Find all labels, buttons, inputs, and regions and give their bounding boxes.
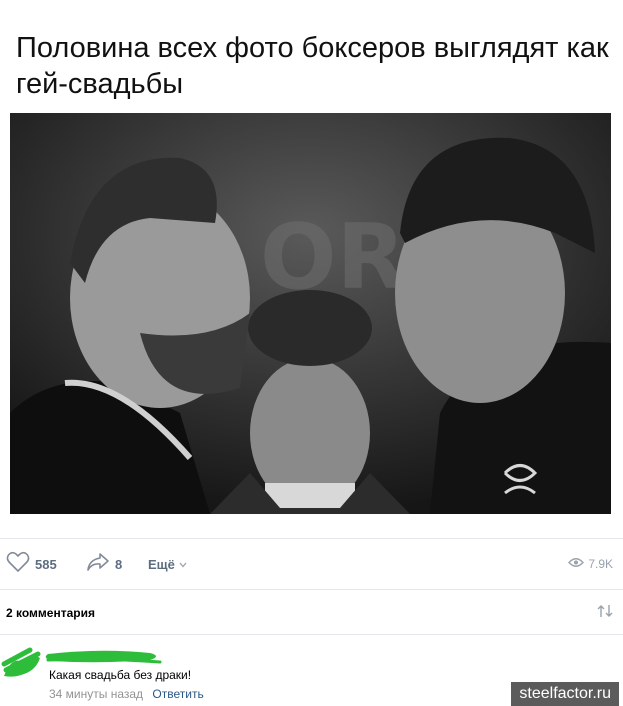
watermark: steelfactor.ru	[511, 682, 619, 706]
boxers-faceoff-image: ORR	[10, 113, 611, 514]
chevron-down-icon	[179, 555, 187, 573]
divider	[0, 538, 623, 539]
like-button[interactable]: 585	[6, 551, 57, 578]
divider	[0, 634, 623, 635]
like-count: 585	[35, 556, 57, 572]
share-arrow-icon	[86, 552, 110, 577]
eye-icon	[568, 555, 585, 573]
reply-link[interactable]: Ответить	[152, 687, 203, 701]
sort-icon[interactable]	[597, 604, 613, 623]
more-button[interactable]: Ещё	[148, 552, 187, 576]
share-button[interactable]: 8	[86, 552, 122, 576]
share-count: 8	[115, 556, 123, 572]
comment-text: Какая свадьба без драки!	[49, 668, 192, 682]
post-photo[interactable]: ORR	[10, 113, 611, 514]
more-label: Ещё	[148, 556, 175, 572]
divider	[0, 589, 623, 590]
views-counter: 7.9K	[568, 552, 613, 576]
comments-count: 2 комментария	[6, 606, 95, 620]
heart-icon	[6, 551, 30, 578]
post-title: Половина всех фото боксеров выглядят как…	[16, 32, 609, 100]
views-count: 7.9K	[588, 557, 613, 571]
comment-time: 34 минуты назад	[49, 687, 144, 701]
comment-meta: 34 минуты назад Ответить	[49, 687, 204, 701]
post-actions-bar: 585 8 Ещё 7.9K	[0, 548, 623, 580]
